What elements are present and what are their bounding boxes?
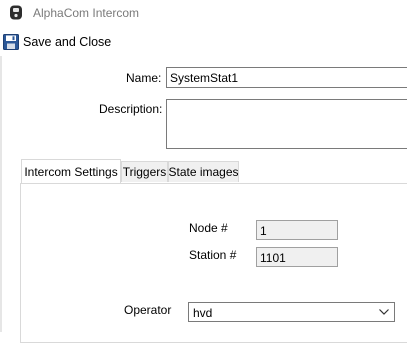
chevron-down-icon [379,309,389,315]
operator-label: Operator [124,303,172,317]
left-border [0,56,2,332]
station-field: 1101 [256,247,338,267]
floppy-disk-icon [3,34,19,50]
tab-triggers[interactable]: Triggers [121,161,168,182]
toolbar: Save and Close [0,28,407,56]
station-value: 1101 [260,251,286,265]
node-label: Node # [189,221,228,235]
save-and-close-label: Save and Close [23,35,112,49]
tab-label: Intercom Settings [24,164,118,179]
window-title: AlphaCom Intercom [33,6,140,20]
node-value: 1 [260,224,267,238]
name-input[interactable] [166,67,407,88]
title-bar: AlphaCom Intercom [0,0,407,28]
node-field: 1 [256,220,338,240]
tab-state-images[interactable]: State images [168,161,239,182]
description-textarea[interactable] [166,99,407,149]
operator-select[interactable]: hvd [188,302,395,322]
operator-value: hvd [193,306,213,320]
tab-label: State images [168,165,239,179]
tab-intercom-settings[interactable]: Intercom Settings [21,159,121,183]
save-and-close-button[interactable]: Save and Close [3,32,111,52]
alphacom-icon [10,5,22,20]
tab-label: Triggers [122,165,167,179]
description-label: Description: [99,102,163,116]
name-label: Name: [126,71,162,85]
station-label: Station # [189,248,237,262]
tab-strip: Intercom Settings Triggers State images [20,159,407,183]
